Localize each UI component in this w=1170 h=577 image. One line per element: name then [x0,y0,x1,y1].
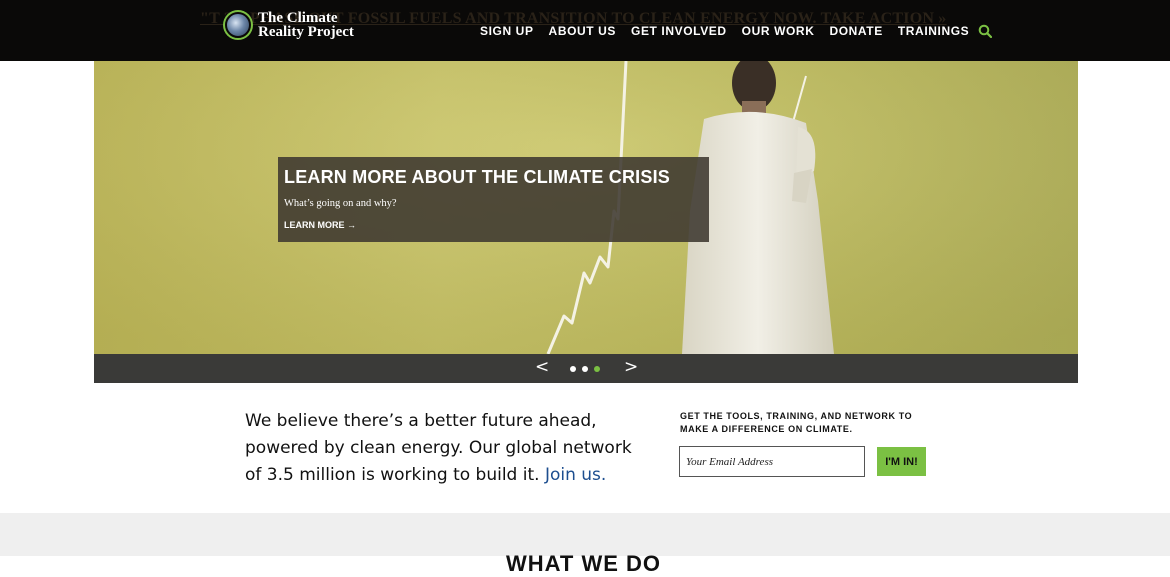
logo-line-2: Reality Project [258,24,354,40]
globe-logo-icon [223,10,253,40]
nav-about-us[interactable]: ABOUT US [549,24,616,38]
slider-dot[interactable] [570,366,576,372]
slider-controls: < > [94,354,1078,383]
slider-next-button[interactable]: > [624,357,638,377]
slider-dot-active[interactable] [594,366,600,372]
hero-caption-box: LEARN MORE ABOUT THE CLIMATE CRISIS What… [278,157,709,242]
hero-subtitle: What’s going on and why? [284,198,397,209]
what-we-do-section [0,513,1170,556]
site-logo[interactable]: The Climate Reality Project [223,9,354,41]
hero-title: LEARN MORE ABOUT THE CLIMATE CRISIS [284,167,670,187]
intro-text: We believe there’s a better future ahead… [245,408,635,489]
search-icon[interactable] [978,24,993,38]
logo-text: The Climate Reality Project [258,10,354,40]
nav-trainings[interactable]: TRAININGS [898,24,969,38]
nav-our-work[interactable]: OUR WORK [742,24,815,38]
slider-dot[interactable] [582,366,588,372]
nav-donate[interactable]: DONATE [829,24,882,38]
signup-heading: GET THE TOOLS, TRAINING, AND NETWORK TO … [680,411,913,434]
learn-more-link[interactable]: LEARN MORE → [284,220,356,230]
email-input[interactable] [679,446,865,477]
join-us-link[interactable]: Join us. [545,465,606,485]
section-heading: WHAT WE DO [506,551,662,576]
main-nav: SIGN UP ABOUT US GET INVOLVED OUR WORK D… [480,24,993,38]
nav-get-involved[interactable]: GET INVOLVED [631,24,727,38]
top-navigation-bar: "T 34: PHASE OUT FOSSIL FUELS AND TRANSI… [0,0,1170,61]
hero-slide: LEARN MORE ABOUT THE CLIMATE CRISIS What… [94,61,1078,354]
signup-submit-button[interactable]: I'M IN! [877,447,926,476]
logo-line-1: The Climate [258,10,338,26]
slider-prev-button[interactable]: < [535,357,549,377]
nav-sign-up[interactable]: SIGN UP [480,24,534,38]
